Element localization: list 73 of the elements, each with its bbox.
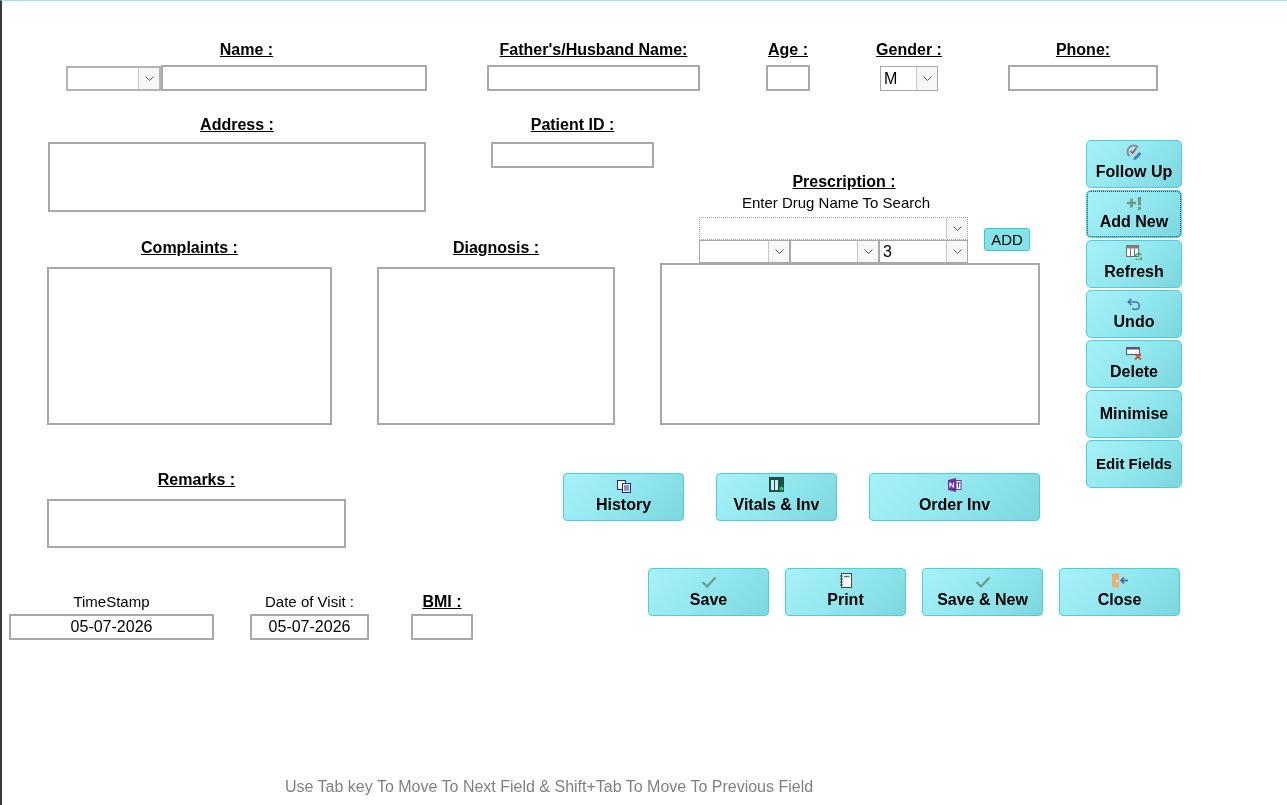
text-field[interactable] [766,65,810,91]
field-label: TimeStamp [73,593,150,611]
chevron-down-icon [144,76,154,81]
history-button[interactable]: History [563,473,684,521]
plus-exclamation-icon [1126,197,1142,210]
dropdown-button[interactable] [916,67,937,90]
add-button[interactable]: ADD [984,227,1030,251]
field-label: Name : [219,40,274,60]
window-x-icon [1126,347,1142,360]
field-label: Date of Visit : [265,593,354,611]
text-area[interactable] [47,499,346,548]
dropdown-button[interactable] [946,241,967,262]
chevron-down-icon [863,249,873,254]
dropdown[interactable] [699,240,790,263]
chevron-down-icon [922,76,932,81]
title-dropdown[interactable] [66,66,161,91]
field-label: Patient ID : [530,115,615,135]
order-button[interactable]: Order Inv [869,473,1040,521]
field-label: Address : [200,115,274,135]
undo-button[interactable]: Undo [1086,290,1182,338]
field-label: Phone: [1055,40,1111,60]
dropdown[interactable]: 3 [879,240,968,263]
undo-icon [1127,298,1141,310]
hint-text: Use Tab key To Move To Next Field & Shift+Tab To Move To Previous Field [285,778,814,796]
text-field[interactable] [411,614,473,640]
delete-button[interactable]: Delete [1086,340,1182,388]
cycle-pencil-icon [1126,144,1142,160]
search-label: Enter Drug Name To Search [740,194,932,212]
dropdown-button[interactable] [768,241,789,262]
dropdown-button[interactable] [946,218,967,239]
refresh-button[interactable]: Refresh [1086,240,1182,288]
notebook-icon [946,477,963,493]
text-area[interactable] [660,263,1040,425]
field-label: Father's/Husband Name: [499,40,688,60]
close-button[interactable]: Close [1059,568,1180,616]
text-field[interactable] [161,65,427,91]
save-button[interactable]: Save [648,568,769,616]
notepad-icon [839,573,852,588]
dropdown[interactable]: M [880,66,938,91]
field-label: Complaints : [141,238,238,258]
save-new-button[interactable]: Save & New [922,568,1043,616]
text-area[interactable] [48,142,426,212]
vitals-button[interactable]: Vitals & Inv [716,473,837,521]
text-field[interactable]: 05-07-2026 [9,614,214,640]
check-icon [700,576,717,588]
dropdown-button[interactable] [138,68,159,89]
text-field[interactable] [491,142,654,168]
text-field[interactable]: 05-07-2026 [250,614,369,640]
section-title: Prescription : [791,172,897,192]
table-refresh-icon [1126,245,1142,260]
edit-fields-button[interactable]: Edit Fields [1086,440,1182,488]
check-icon [974,576,991,588]
text-area[interactable] [377,267,615,425]
field-label: Gender : [876,40,942,60]
minimise-button[interactable]: Minimise [1086,390,1182,438]
field-label: Diagnosis : [452,238,540,258]
field-label: Age : [768,40,808,60]
print-button[interactable]: Print [785,568,906,616]
dropdown[interactable] [790,240,879,263]
follow-up-button[interactable]: Follow Up [1086,140,1182,188]
add-new-button[interactable]: Add New [1086,190,1182,238]
door-arrow-icon [1110,573,1129,588]
chevron-down-icon [774,249,784,254]
chevron-down-icon [952,226,962,231]
text-area[interactable] [47,267,332,425]
text-field[interactable] [487,65,700,91]
search-dropdown[interactable] [699,217,968,240]
chevron-down-icon [952,249,962,254]
field-label: Remarks : [157,470,236,490]
documents-icon [616,480,631,493]
field-label: BMI : [422,593,462,611]
dropdown-button[interactable] [857,241,878,262]
text-field[interactable] [1008,65,1158,91]
